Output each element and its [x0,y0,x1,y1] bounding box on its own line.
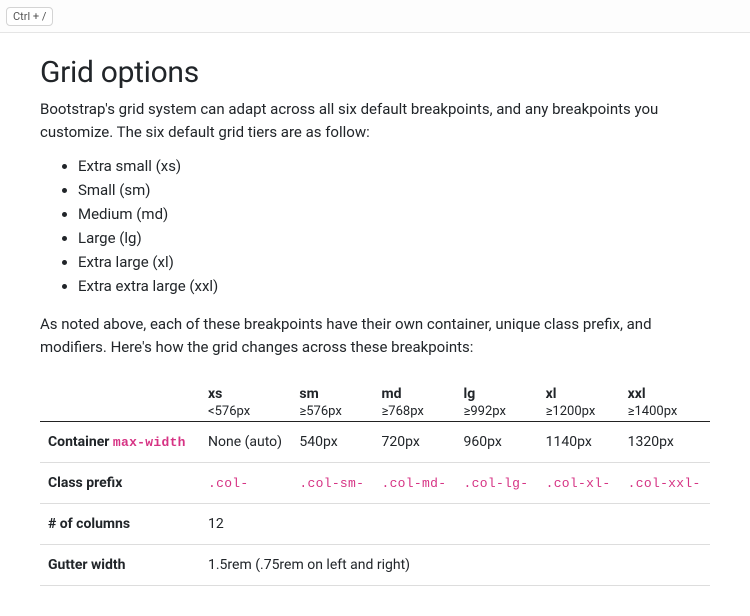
col-header-xl: xl ≥1200px [538,380,620,422]
grid-options-table: xs <576px sm ≥576px md ≥768px lg ≥992px … [40,380,710,586]
table-cell: .col- [200,463,291,504]
row-header-text: Container [48,434,109,450]
col-sublabel: ≥1400px [628,402,702,419]
code-prefix: .col- [208,476,249,491]
table-cell: 720px [373,422,455,463]
row-header: Container max-width [40,422,200,463]
table-cell: None (auto) [200,422,291,463]
col-label: md [381,386,401,402]
col-header-xxl: xxl ≥1400px [620,380,710,422]
col-sublabel: ≥768px [381,402,447,419]
col-header-md: md ≥768px [373,380,455,422]
table-cell: 1140px [538,422,620,463]
col-header-sm: sm ≥576px [291,380,373,422]
main-content: Grid options Bootstrap's grid system can… [0,33,750,616]
col-sublabel: ≥1200px [546,402,612,419]
table-cell: .col-xxl- [620,463,710,504]
list-item: Medium (md) [78,205,710,223]
code-prefix: .col-md- [381,476,446,491]
table-row-numcols: # of columns 12 [40,504,710,545]
code-prefix: .col-xl- [546,476,611,491]
row-header: # of columns [40,504,200,545]
col-label: xs [208,386,222,402]
keyboard-hint-bar: Ctrl + / [0,0,750,33]
col-label: xl [546,386,557,402]
list-item: Small (sm) [78,181,710,199]
table-header-row: xs <576px sm ≥576px md ≥768px lg ≥992px … [40,380,710,422]
code-prefix: .col-lg- [464,476,529,491]
grid-tiers-list: Extra small (xs) Small (sm) Medium (md) … [40,157,710,295]
table-cell: .col-lg- [456,463,538,504]
table-cell: 1320px [620,422,710,463]
col-sublabel: ≥576px [299,402,365,419]
col-sublabel: <576px [208,402,283,419]
page-title: Grid options [40,55,710,90]
col-label: sm [299,386,318,402]
table-cell: 540px [291,422,373,463]
row-header: Class prefix [40,463,200,504]
list-item: Extra small (xs) [78,157,710,175]
intro-paragraph: Bootstrap's grid system can adapt across… [40,98,710,143]
table-corner-cell [40,380,200,422]
col-label: xxl [628,386,646,402]
table-cell: 960px [456,422,538,463]
code-prefix: .col-sm- [299,476,364,491]
table-row-container: Container max-width None (auto) 540px 72… [40,422,710,463]
table-cell: .col-md- [373,463,455,504]
table-cell: 12 [200,504,710,545]
list-item: Large (lg) [78,229,710,247]
col-sublabel: ≥992px [464,402,530,419]
col-header-xs: xs <576px [200,380,291,422]
table-cell: .col-sm- [291,463,373,504]
col-label: lg [464,386,476,402]
code-max-width: max-width [113,435,186,450]
table-cell: .col-xl- [538,463,620,504]
table-row-prefix: Class prefix .col- .col-sm- .col-md- .co… [40,463,710,504]
code-prefix: .col-xxl- [628,476,701,491]
keyboard-shortcut-badge: Ctrl + / [6,7,53,26]
note-paragraph: As noted above, each of these breakpoint… [40,313,710,358]
list-item: Extra extra large (xxl) [78,277,710,295]
col-header-lg: lg ≥992px [456,380,538,422]
list-item: Extra large (xl) [78,253,710,271]
